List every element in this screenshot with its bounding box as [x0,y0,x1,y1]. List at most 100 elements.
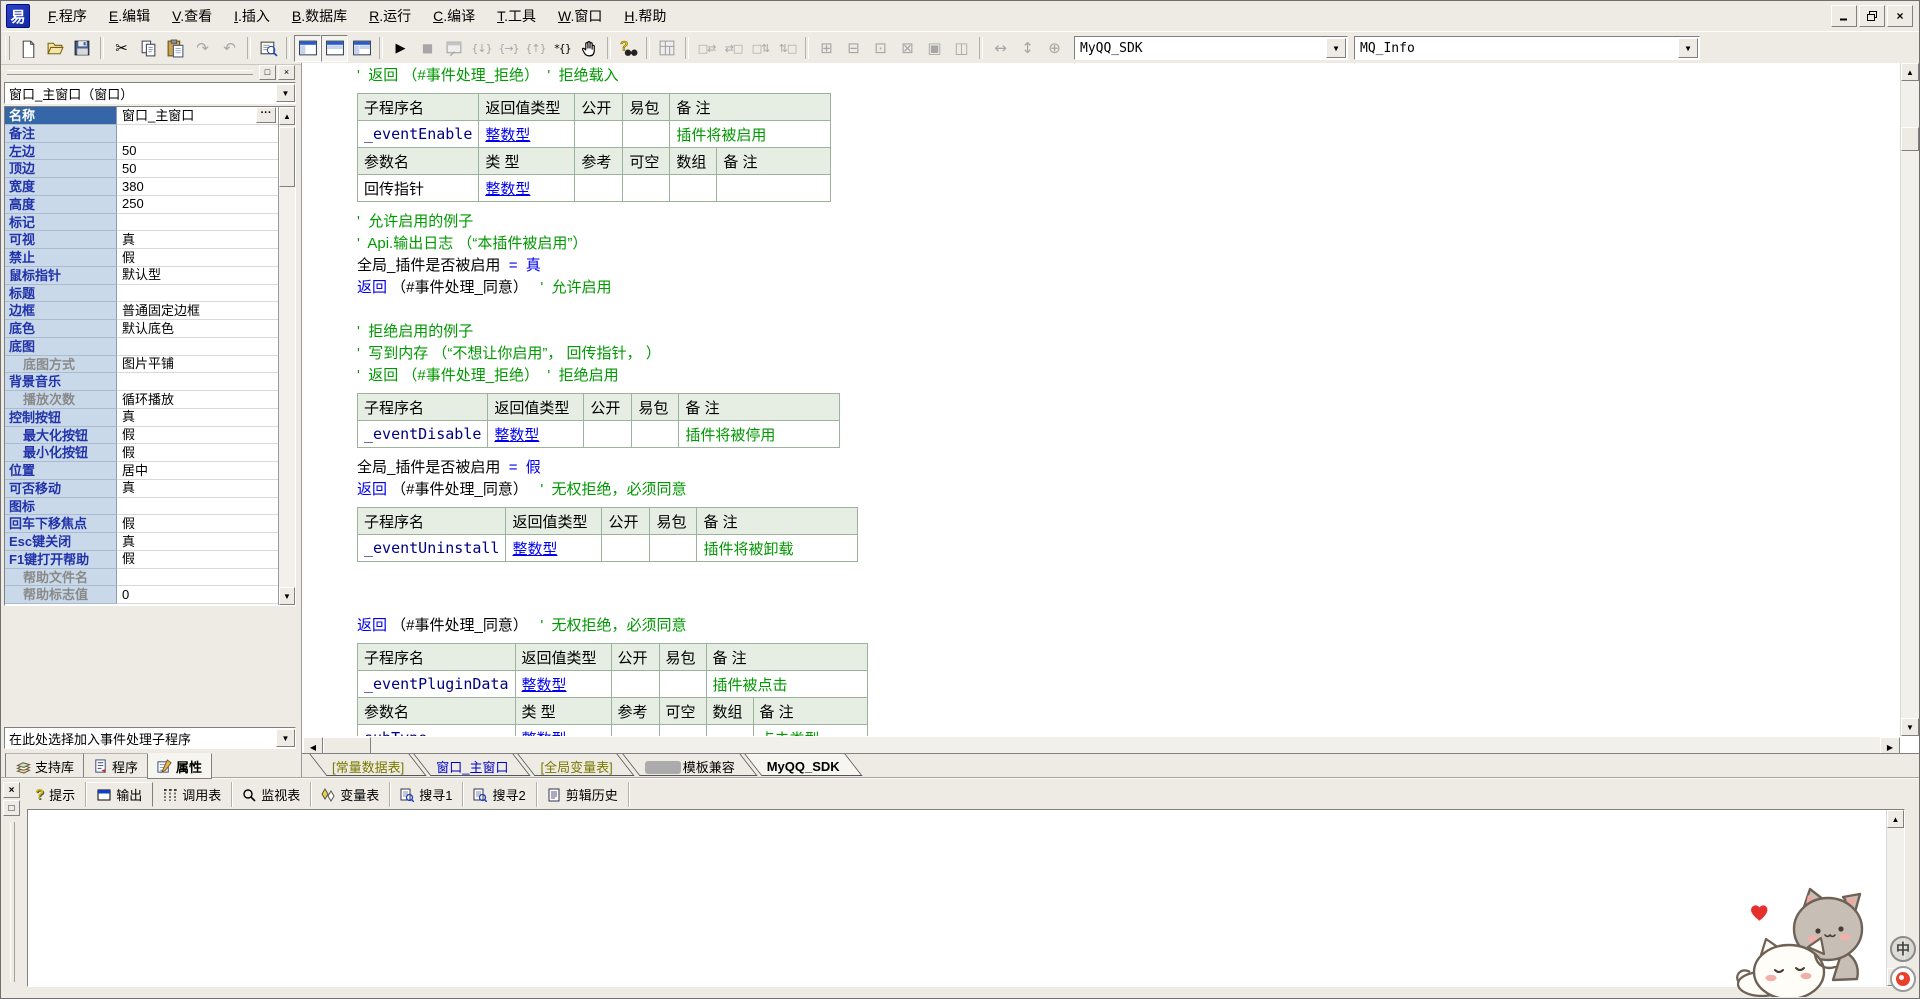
file-tab[interactable]: [常量数据表] [316,754,420,779]
property-row[interactable]: 最大化按钮假 [5,427,278,445]
ime-lang-button[interactable]: 中 [1890,936,1916,962]
close-button[interactable]: × [1887,5,1913,27]
swap-horizontal-icon[interactable]: □⇅ [747,35,774,62]
property-value[interactable] [117,125,278,143]
align-top-icon[interactable]: ⊡ [867,35,894,62]
menu-item[interactable]: T.工具 [487,3,546,29]
layout-left-panel-icon[interactable] [294,35,321,62]
property-value[interactable]: 假 [117,427,278,445]
property-row[interactable]: 图标 [5,498,278,516]
property-value[interactable]: 普通固定边框 [117,302,278,320]
scroll-track[interactable] [1901,151,1919,718]
property-row[interactable]: 可视真 [5,231,278,249]
property-row[interactable]: 底色默认底色 [5,320,278,338]
scroll-up-icon[interactable]: ▲ [279,107,295,125]
property-row[interactable]: 可否移动真 [5,480,278,498]
property-value[interactable] [117,569,278,587]
pause-hand-icon[interactable] [576,35,603,62]
assembly-combo[interactable]: MyQQ_SDK ▼ [1074,36,1348,60]
same-size-icon[interactable]: ⊕ [1041,35,1068,62]
help-search-icon[interactable]: ? [615,35,642,62]
copy-icon[interactable] [135,35,162,62]
property-row[interactable]: 底图 [5,338,278,356]
property-value[interactable]: 默认底色 [117,320,278,338]
space-horizontal-icon[interactable]: □⇄ [693,35,720,62]
ime-logo-button[interactable] [1890,966,1916,992]
property-row[interactable]: 位置居中 [5,462,278,480]
debug-window-icon[interactable] [441,35,468,62]
property-value[interactable]: 0 [117,586,278,604]
property-row[interactable]: 备注 [5,125,278,143]
redo-icon[interactable]: ↷ [189,35,216,62]
panel-close-button[interactable]: × [3,782,20,798]
property-value[interactable] [117,373,278,391]
menu-item[interactable]: H.帮助 [614,3,676,29]
property-row[interactable]: 左边50 [5,143,278,161]
property-row[interactable]: 帮助标志值0 [5,586,278,604]
step-over-icon[interactable]: {→} [495,35,522,62]
property-value[interactable]: 50 [117,160,278,178]
panel-restore-button[interactable]: □ [3,800,20,816]
property-value[interactable] [117,498,278,516]
property-value[interactable]: 默认型 [117,267,278,285]
property-value[interactable]: 窗口_主窗口··· [117,107,278,125]
open-file-button[interactable] [42,35,69,62]
property-value[interactable]: 真 [117,231,278,249]
cut-icon[interactable]: ✂ [108,35,135,62]
layout-split-icon[interactable] [348,35,375,62]
property-value[interactable]: 真 [117,480,278,498]
chevron-down-icon[interactable]: ▼ [276,729,295,747]
run-to-cursor-icon[interactable]: *{} [549,35,576,62]
panel-restore-button[interactable]: □ [259,65,276,80]
scroll-down-icon[interactable]: ▼ [279,587,295,605]
toolbar-grip[interactable] [5,36,10,60]
property-value[interactable]: 假 [117,444,278,462]
property-value[interactable] [117,338,278,356]
property-value[interactable]: 居中 [117,462,278,480]
panel-tab-提示[interactable]: ?提示 [25,782,86,807]
property-row[interactable]: 宽度380 [5,178,278,196]
new-file-button[interactable] [15,35,42,62]
property-value[interactable]: 图片平铺 [117,356,278,374]
undo-icon[interactable]: ↶ [216,35,243,62]
align-middle-icon[interactable]: ⊟ [840,35,867,62]
run-button[interactable]: ▶ [387,35,414,62]
property-row[interactable]: 顶边50 [5,160,278,178]
space-vertical-icon[interactable]: ⇄□ [720,35,747,62]
same-gap-v-icon[interactable]: ◫ [948,35,975,62]
panel-tab-调用表[interactable]: 调用表 [153,782,232,807]
property-row[interactable]: F1键打开帮助假 [5,551,278,569]
align-bottom-icon[interactable]: ⊠ [894,35,921,62]
panel-tab-监视表[interactable]: 监视表 [232,782,311,807]
panel-tab-搜寻2[interactable]: 搜寻2 [463,782,536,807]
menu-item[interactable]: C.编译 [423,3,485,29]
property-row[interactable]: 最小化按钮假 [5,444,278,462]
scroll-thumb[interactable] [1901,127,1919,151]
code-editor[interactable]: ' 返回 （#事件处理_拒绝） ' 拒绝载入子程序名返回值类型公开易包备 注_e… [301,63,1919,779]
property-row[interactable]: 回车下移焦点假 [5,515,278,533]
chevron-down-icon[interactable]: ▼ [1326,38,1346,58]
property-row[interactable]: 控制按钮真 [5,409,278,427]
same-height-icon[interactable]: ↕ [1014,35,1041,62]
property-row[interactable]: 鼠标指针默认型 [5,267,278,285]
subroutine-combo[interactable]: MQ_Info ▼ [1354,36,1700,60]
property-row[interactable]: 标记 [5,214,278,232]
minimize-button[interactable] [1831,5,1857,27]
property-row[interactable]: 名称窗口_主窗口··· [5,107,278,125]
menu-item[interactable]: B.数据库 [282,3,357,29]
panel-tab-支持库[interactable]: 支持库 [5,753,84,779]
scroll-thumb[interactable] [279,127,295,187]
property-value[interactable]: 假 [117,551,278,569]
panel-tab-输出[interactable]: 输出 [86,782,153,807]
chevron-down-icon[interactable]: ▼ [276,84,295,102]
property-grid-scrollbar[interactable]: ▲ ▼ [278,107,295,605]
object-selector[interactable]: 窗口_主窗口（窗口） ▼ [4,82,296,104]
property-row[interactable]: 背景音乐 [5,373,278,391]
property-value[interactable]: 380 [117,178,278,196]
editor-vertical-scrollbar[interactable]: ▲ ▼ [1900,63,1919,736]
property-row[interactable]: 高度250 [5,196,278,214]
find-icon[interactable] [255,35,282,62]
property-row[interactable]: 帮助文件名 [5,569,278,587]
scroll-down-icon[interactable]: ▼ [1901,718,1919,736]
layout-top-panel-icon[interactable] [321,35,348,62]
